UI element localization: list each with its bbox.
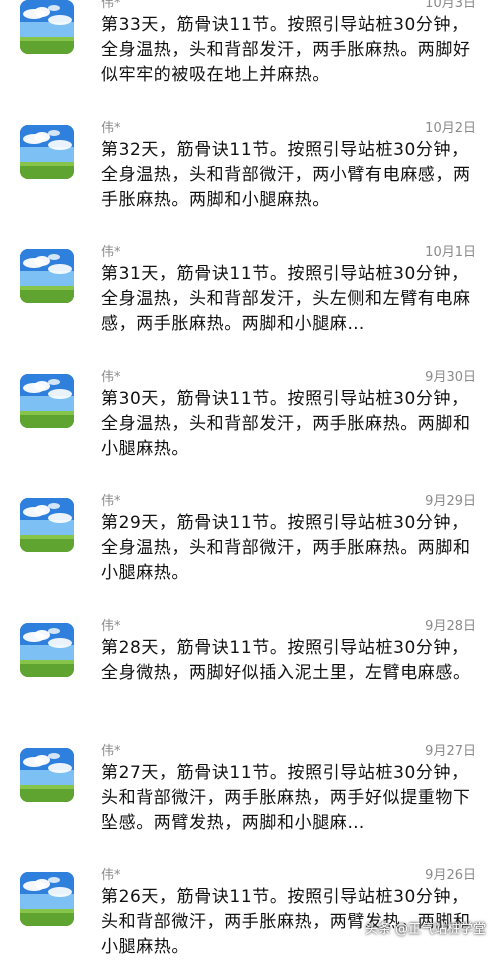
list-item[interactable]: 伟* 10月1日 第31天，筋骨诀11节。按照引导站桩30分钟，全身温热，头和背… xyxy=(0,232,500,357)
list-item[interactable]: 伟* 9月27日 第27天，筋骨诀11节。按照引导站桩30分钟，头和背部微汗，两… xyxy=(0,731,500,856)
sky-meadow-avatar-icon xyxy=(20,498,74,553)
sky-meadow-avatar-icon xyxy=(20,373,74,428)
list-item[interactable]: 伟* 9月30日 第30天，筋骨诀11节。按照引导站桩30分钟，全身温热，头和背… xyxy=(0,357,500,482)
sender-name: 伟* xyxy=(101,494,121,510)
message-text: 第31天，筋骨诀11节。按照引导站桩30分钟，全身温热，头和背部发汗，头左侧和左… xyxy=(101,264,471,335)
message-date: 9月30日 xyxy=(425,369,476,385)
sender-name: 伟* xyxy=(101,743,121,759)
avatar[interactable] xyxy=(20,373,74,428)
message-date: 10月2日 xyxy=(425,120,476,136)
message-list: 伟* 10月3日 第33天，筋骨诀11节。按照引导站桩30分钟，全身温热，头和背… xyxy=(0,0,500,980)
sender-name: 伟* xyxy=(101,120,121,136)
sender-name: 伟* xyxy=(101,618,121,634)
message-text: 第29天，筋骨诀11节。按照引导站桩30分钟，全身温热，头和背部微汗，两手胀麻热… xyxy=(101,513,471,584)
message-date: 10月1日 xyxy=(425,245,476,261)
message-date: 9月27日 xyxy=(425,743,476,759)
list-item[interactable]: 伟* 9月29日 第29天，筋骨诀11节。按照引导站桩30分钟，全身温热，头和背… xyxy=(0,481,500,606)
sky-meadow-avatar-icon xyxy=(20,622,74,677)
sky-meadow-avatar-icon xyxy=(20,0,74,54)
list-item[interactable]: 伟* 10月3日 第33天，筋骨诀11节。按照引导站桩30分钟，全身温热，头和背… xyxy=(0,0,500,108)
sky-meadow-avatar-icon xyxy=(20,747,74,802)
message-date: 9月28日 xyxy=(425,618,476,634)
avatar[interactable] xyxy=(20,872,74,927)
sky-meadow-avatar-icon xyxy=(20,124,74,179)
watermark: 头条 @正气站桩学堂 xyxy=(364,922,486,937)
avatar[interactable] xyxy=(20,124,74,179)
message-text: 第32天，筋骨诀11节。按照引导站桩30分钟，全身温热，头和背部微汗，两小臂有电… xyxy=(101,139,471,210)
message-date: 9月29日 xyxy=(425,494,476,510)
avatar[interactable] xyxy=(20,249,74,304)
list-item[interactable]: 伟* 9月28日 第28天，筋骨诀11节。按照引导站桩30分钟，全身微热，两脚好… xyxy=(0,606,500,731)
list-item[interactable]: 伟* 10月2日 第32天，筋骨诀11节。按照引导站桩30分钟，全身温热，头和背… xyxy=(0,108,500,233)
sky-meadow-avatar-icon xyxy=(20,872,74,927)
message-text: 第30天，筋骨诀11节。按照引导站桩30分钟，全身温热，头和背部发汗，两手胀麻热… xyxy=(101,388,471,459)
sender-name: 伟* xyxy=(101,245,121,261)
avatar[interactable] xyxy=(20,747,74,802)
message-date: 10月3日 xyxy=(425,0,476,11)
avatar[interactable] xyxy=(20,622,74,677)
sender-name: 伟* xyxy=(101,369,121,385)
message-text: 第27天，筋骨诀11节。按照引导站桩30分钟，头和背部微汗，两手胀麻热，两手好似… xyxy=(101,762,471,833)
sender-name: 伟* xyxy=(101,0,121,11)
sky-meadow-avatar-icon xyxy=(20,249,74,304)
avatar[interactable] xyxy=(20,0,74,54)
message-date: 9月26日 xyxy=(425,868,476,884)
sender-name: 伟* xyxy=(101,868,121,884)
message-text: 第28天，筋骨诀11节。按照引导站桩30分钟，全身微热，两脚好似插入泥土里，左臂… xyxy=(101,637,471,683)
list-item[interactable]: 伟* 9月26日 第26天，筋骨诀11节。按照引导站桩30分钟，头和背部微汗，两… xyxy=(0,855,500,980)
message-text: 第33天，筋骨诀11节。按照引导站桩30分钟，全身温热，头和背部发汗，两手胀麻热… xyxy=(101,15,471,85)
avatar[interactable] xyxy=(20,498,74,553)
